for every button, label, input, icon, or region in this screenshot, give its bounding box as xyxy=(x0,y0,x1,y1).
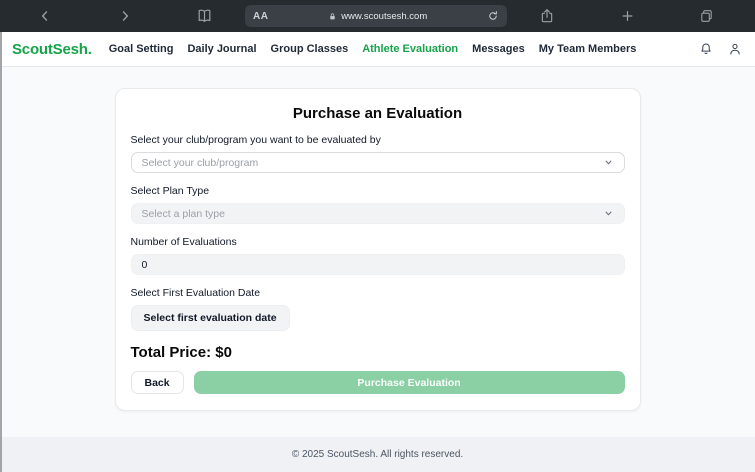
url-display[interactable]: www.scoutsesh.com xyxy=(268,11,487,22)
nav-item-my-team-members[interactable]: My Team Members xyxy=(539,43,637,55)
back-button[interactable]: Back xyxy=(131,371,184,394)
browser-toolbar: AA www.scoutsesh.com xyxy=(0,0,755,32)
page-title: Purchase an Evaluation xyxy=(131,105,625,122)
share-icon[interactable] xyxy=(539,8,555,24)
bell-icon[interactable] xyxy=(698,41,714,57)
tabs-icon[interactable] xyxy=(699,9,714,24)
back-icon[interactable] xyxy=(38,9,52,23)
profile-icon[interactable] xyxy=(727,41,743,57)
nav-item-daily-journal[interactable]: Daily Journal xyxy=(187,43,256,55)
lock-icon xyxy=(328,12,337,21)
total-price: Total Price: $0 xyxy=(131,344,625,361)
plan-select-placeholder: Select a plan type xyxy=(142,208,603,220)
first-evaluation-date-label: Select First Evaluation Date xyxy=(131,287,625,299)
club-select-placeholder: Select your club/program xyxy=(142,157,603,169)
club-select-label: Select your club/program you want to be … xyxy=(131,134,625,146)
site-footer: © 2025 ScoutSesh. All rights reserved. xyxy=(0,437,755,472)
plan-select[interactable]: Select a plan type xyxy=(131,203,625,224)
new-tab-icon[interactable] xyxy=(620,9,635,24)
url-text: www.scoutsesh.com xyxy=(341,11,427,22)
copyright-text: © 2025 ScoutSesh. All rights reserved. xyxy=(292,449,463,460)
purchase-evaluation-card: Purchase an Evaluation Select your club/… xyxy=(115,88,641,411)
reload-icon[interactable] xyxy=(487,10,499,22)
nav-item-messages[interactable]: Messages xyxy=(472,43,525,55)
plan-select-label: Select Plan Type xyxy=(131,185,625,197)
scoutsesh-logo[interactable]: ScoutSesh. xyxy=(12,41,92,58)
address-bar[interactable]: AA www.scoutsesh.com xyxy=(245,5,507,27)
purchase-evaluation-button[interactable]: Purchase Evaluation xyxy=(194,371,625,394)
evaluations-count-input[interactable] xyxy=(131,254,625,275)
nav-item-group-classes[interactable]: Group Classes xyxy=(271,43,349,55)
bookmarks-icon[interactable] xyxy=(196,8,213,25)
nav-item-athlete-evaluation[interactable]: Athlete Evaluation xyxy=(362,43,458,55)
select-date-button[interactable]: Select first evaluation date xyxy=(131,305,290,331)
chevron-down-icon xyxy=(603,157,614,168)
nav-item-goal-setting[interactable]: Goal Setting xyxy=(109,43,174,55)
action-buttons: Back Purchase Evaluation xyxy=(131,371,625,394)
forward-icon[interactable] xyxy=(118,9,132,23)
chevron-down-icon xyxy=(603,208,614,219)
reader-mode-button[interactable]: AA xyxy=(253,11,268,22)
site-navbar: ScoutSesh. Goal Setting Daily Journal Gr… xyxy=(0,32,755,67)
club-select[interactable]: Select your club/program xyxy=(131,152,625,173)
evaluations-count-label: Number of Evaluations xyxy=(131,236,625,248)
window-left-edge xyxy=(0,32,2,472)
page-body: Purchase an Evaluation Select your club/… xyxy=(0,67,755,437)
